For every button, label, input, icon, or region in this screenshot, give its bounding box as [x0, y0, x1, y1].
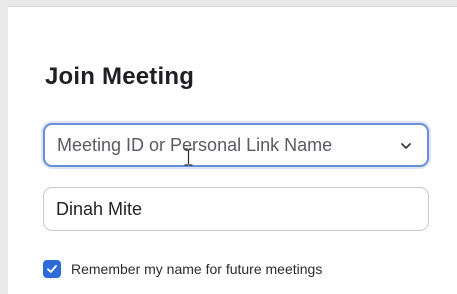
meeting-id-input[interactable] — [57, 125, 397, 165]
ibeam-cursor-icon — [184, 148, 193, 166]
join-meeting-dialog: Join Meeting Remember my name for future… — [8, 6, 457, 294]
meeting-id-combobox[interactable] — [43, 123, 429, 167]
name-input[interactable] — [56, 188, 396, 230]
checkmark-icon — [47, 265, 57, 273]
remember-name-checkbox[interactable] — [43, 260, 61, 278]
page-title: Join Meeting — [45, 63, 195, 90]
chevron-down-icon[interactable] — [399, 139, 413, 153]
remember-name-label: Remember my name for future meetings — [71, 261, 323, 277]
name-field[interactable] — [43, 187, 429, 231]
remember-name-row[interactable]: Remember my name for future meetings — [43, 259, 322, 279]
